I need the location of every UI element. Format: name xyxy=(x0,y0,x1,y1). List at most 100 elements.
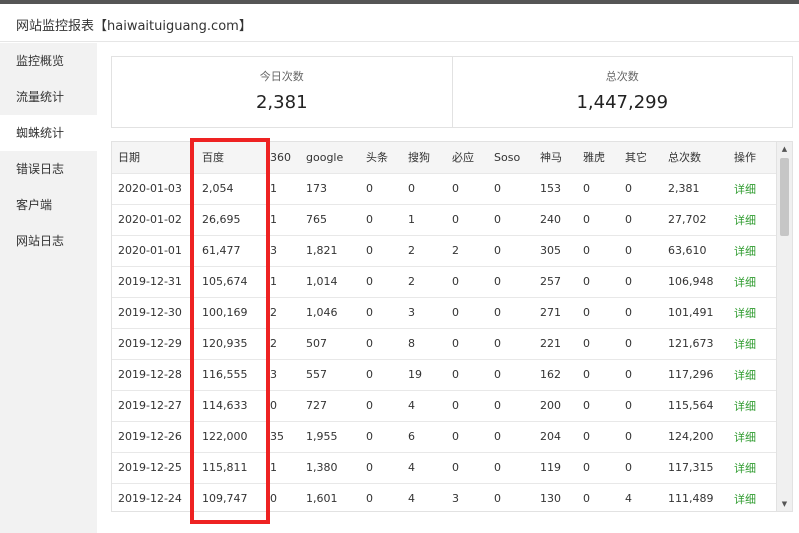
detail-link[interactable]: 详细 xyxy=(734,400,756,413)
table-cell: 0 xyxy=(446,420,488,452)
table-row: 2019-12-26 122,000 35 1,955 0 6 0 0 204 0 0 124,200… xyxy=(112,420,777,452)
table-cell: 105,674 xyxy=(196,265,264,297)
table-scrollbar[interactable]: ▲ ▼ xyxy=(776,142,792,511)
table-cell: 0 xyxy=(264,482,300,511)
table-cell: 2 xyxy=(446,234,488,266)
table-cell: 0 xyxy=(488,327,534,359)
table-cell: 0 xyxy=(619,203,662,235)
table-cell: 3 xyxy=(264,234,300,266)
table-cell: 507 xyxy=(300,327,360,359)
table-cell: 0 xyxy=(577,451,619,483)
table-row: 2019-12-29 120,935 2 507 0 8 0 0 221 0 0 121,673 详细 xyxy=(112,327,777,359)
table-cell: 0 xyxy=(577,296,619,328)
table-cell: 0 xyxy=(619,327,662,359)
table-cell: 117,296 xyxy=(662,358,728,390)
table-cell: 121,673 xyxy=(662,327,728,359)
table-cell: 2 xyxy=(264,296,300,328)
scroll-down-icon[interactable]: ▼ xyxy=(777,497,792,511)
table-cell: 2019-12-27 xyxy=(112,389,196,421)
table-cell: 0 xyxy=(446,389,488,421)
stat-total-value: 1,447,299 xyxy=(576,92,669,113)
header-yahoo: 雅虎 xyxy=(583,151,605,165)
table-cell: 117,315 xyxy=(662,451,728,483)
table-cell: 0 xyxy=(577,482,619,511)
detail-link[interactable]: 详细 xyxy=(734,462,756,475)
scroll-up-icon[interactable]: ▲ xyxy=(777,142,792,156)
table-cell: 3 xyxy=(402,296,446,328)
detail-link[interactable]: 详细 xyxy=(734,307,756,320)
row-action-cell: 详细 xyxy=(728,482,777,511)
scrollbar-thumb[interactable] xyxy=(780,158,789,236)
detail-link[interactable]: 详细 xyxy=(734,214,756,227)
table-cell: 4 xyxy=(402,482,446,511)
window-title: 网站监控报表【haiwaituiguang.com】 xyxy=(16,19,252,34)
table-cell: 765 xyxy=(300,203,360,235)
stat-total: 总次数 1,447,299 xyxy=(451,57,793,127)
sidebar-item-overview[interactable]: 监控概览 xyxy=(0,43,97,79)
detail-link[interactable]: 详细 xyxy=(734,369,756,382)
table-cell: 0 xyxy=(488,203,534,235)
detail-link[interactable]: 详细 xyxy=(734,493,756,506)
detail-link[interactable]: 详细 xyxy=(734,338,756,351)
table-cell: 120,935 xyxy=(196,327,264,359)
table-cell: 0 xyxy=(446,172,488,204)
table-cell: 173 xyxy=(300,172,360,204)
table-cell: 727 xyxy=(300,389,360,421)
table-cell: 0 xyxy=(360,234,402,266)
table-cell: 0 xyxy=(619,265,662,297)
table-cell: 0 xyxy=(577,358,619,390)
table-cell: 116,555 xyxy=(196,358,264,390)
table-cell: 557 xyxy=(300,358,360,390)
table-cell: 4 xyxy=(402,389,446,421)
table-cell: 0 xyxy=(446,327,488,359)
table-cell: 0 xyxy=(488,265,534,297)
detail-link[interactable]: 详细 xyxy=(734,276,756,289)
table-cell: 19 xyxy=(402,358,446,390)
table-cell: 2,381 xyxy=(662,172,728,204)
table-cell: 115,811 xyxy=(196,451,264,483)
table-cell: 6 xyxy=(402,420,446,452)
row-action-cell: 详细 xyxy=(728,296,777,328)
table-cell: 0 xyxy=(360,296,402,328)
table-cell: 0 xyxy=(360,420,402,452)
sidebar-item-traffic[interactable]: 流量统计 xyxy=(0,79,97,115)
table-cell: 2,054 xyxy=(196,172,264,204)
table-cell: 0 xyxy=(360,265,402,297)
detail-link[interactable]: 详细 xyxy=(734,431,756,444)
row-action-cell: 详细 xyxy=(728,420,777,452)
table-cell: 1 xyxy=(264,203,300,235)
table-cell: 0 xyxy=(446,203,488,235)
table-cell: 1,380 xyxy=(300,451,360,483)
table-cell: 4 xyxy=(402,451,446,483)
table-cell: 109,747 xyxy=(196,482,264,511)
table-cell: 101,491 xyxy=(662,296,728,328)
sidebar-item-spider[interactable]: 蜘蛛统计 xyxy=(0,115,97,151)
table-cell: 2019-12-31 xyxy=(112,265,196,297)
table-cell: 119 xyxy=(534,451,577,483)
detail-link[interactable]: 详细 xyxy=(734,183,756,196)
table-cell: 0 xyxy=(360,203,402,235)
table-cell: 0 xyxy=(488,420,534,452)
table-cell: 1 xyxy=(264,451,300,483)
sidebar-item-error-log[interactable]: 错误日志 xyxy=(0,151,97,187)
stat-total-label: 总次数 xyxy=(605,70,639,83)
table-cell: 0 xyxy=(619,234,662,266)
table-row: 2020-01-01 61,477 3 1,821 0 2 2 0 305 0 0 63,610 详细 xyxy=(112,234,777,266)
table-cell: 2019-12-24 xyxy=(112,482,196,511)
table-cell: 0 xyxy=(360,172,402,204)
sidebar-item-client[interactable]: 客户端 xyxy=(0,187,97,223)
header-toutiao: 头条 xyxy=(366,151,388,165)
spider-table: 日期 百度 360 google 头条 搜狗 必应 Soso 神马 雅虎 其它 … xyxy=(112,142,777,511)
table-cell: 0 xyxy=(619,451,662,483)
table-cell: 3 xyxy=(264,358,300,390)
table-cell: 0 xyxy=(446,451,488,483)
table-cell: 0 xyxy=(619,389,662,421)
table-cell: 106,948 xyxy=(662,265,728,297)
table-cell: 61,477 xyxy=(196,234,264,266)
row-action-cell: 详细 xyxy=(728,358,777,390)
sidebar-item-site-log[interactable]: 网站日志 xyxy=(0,223,97,259)
table-cell: 124,200 xyxy=(662,420,728,452)
detail-link[interactable]: 详细 xyxy=(734,245,756,258)
table-cell: 0 xyxy=(488,296,534,328)
table-cell: 2 xyxy=(264,327,300,359)
